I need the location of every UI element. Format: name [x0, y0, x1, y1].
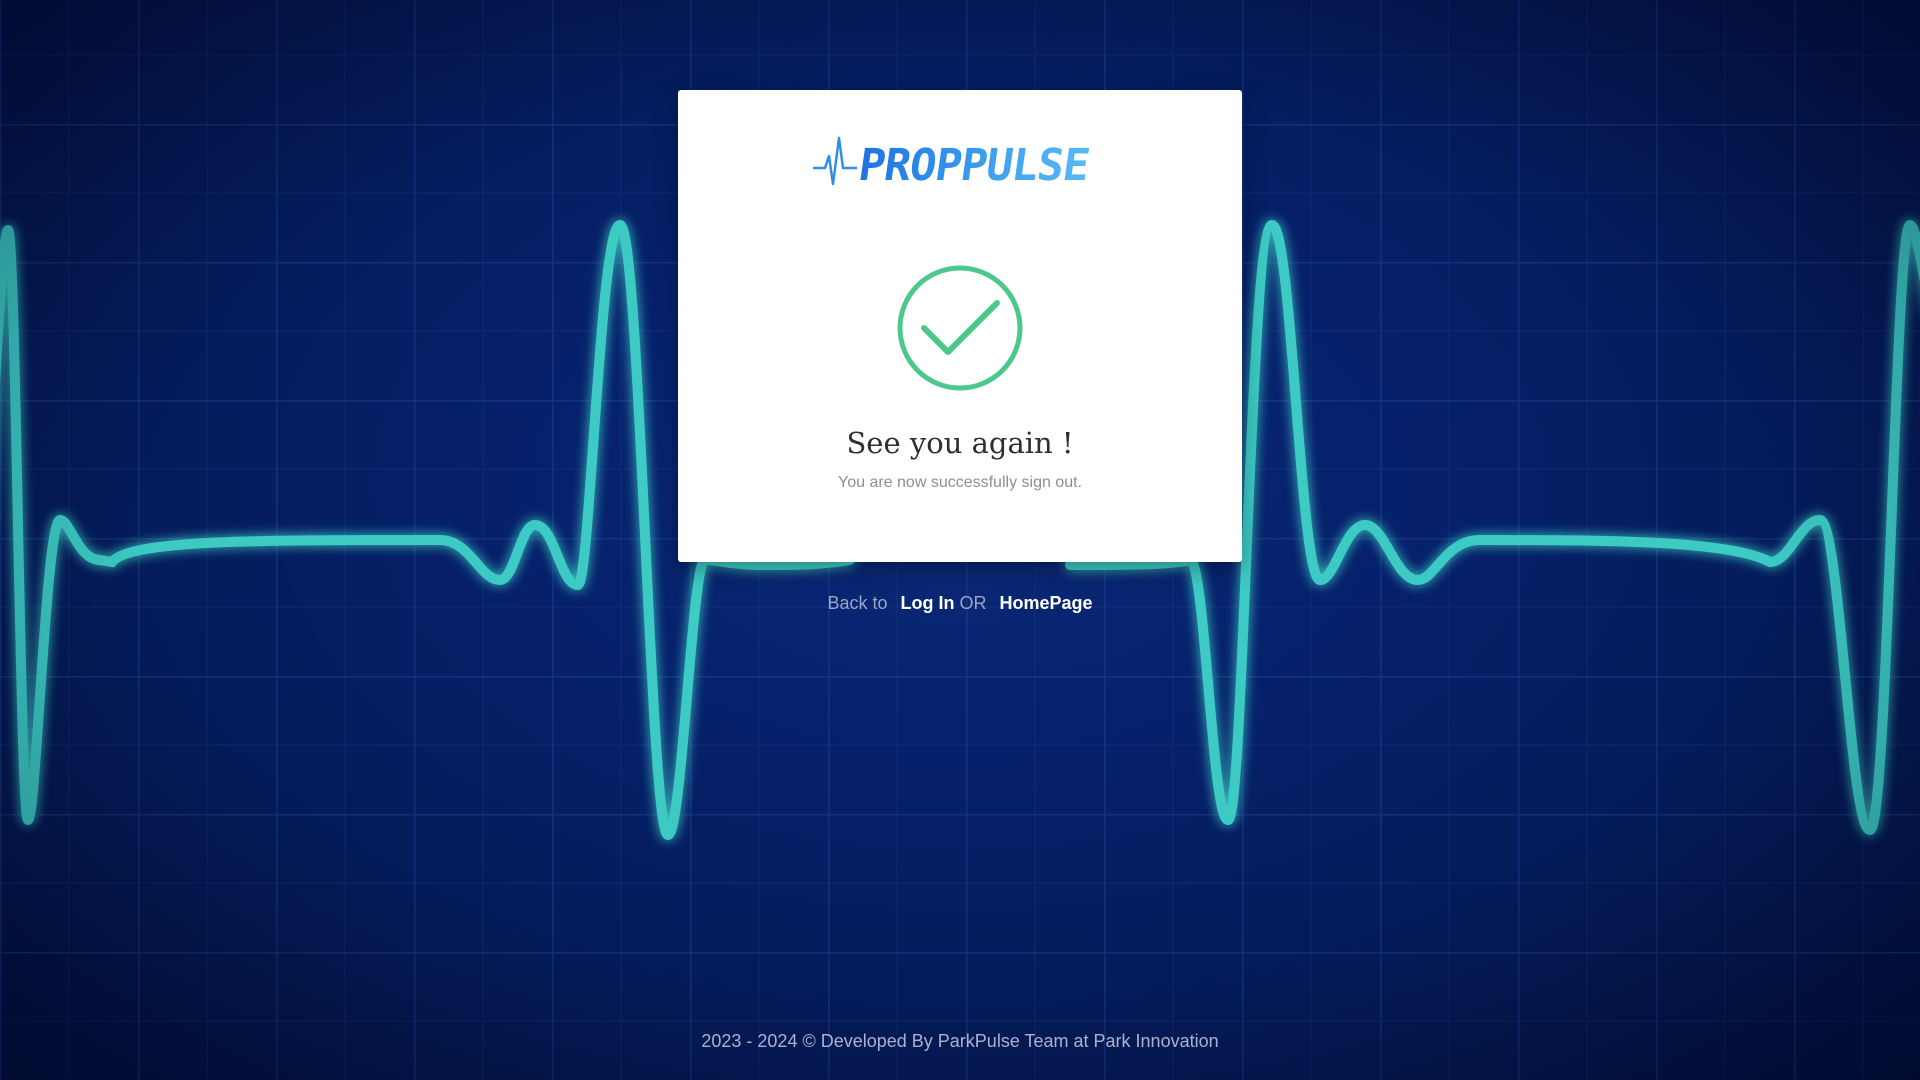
login-link[interactable]: Log In — [900, 593, 954, 613]
or-separator: OR — [959, 593, 987, 613]
footer-copyright: 2023 - 2024 © Developed By ParkPulse Tea… — [701, 1031, 1219, 1051]
back-navigation: Back to Log In OR HomePage — [0, 593, 1920, 614]
homepage-link[interactable]: HomePage — [1000, 593, 1093, 613]
check-circle-icon — [897, 265, 1023, 391]
brand-name: PROPPULSE — [855, 140, 1093, 191]
page-title: See you again ! — [846, 426, 1074, 460]
signout-card: PROPPULSE See you again ! You are now su… — [678, 90, 1242, 562]
brand-logo: PROPPULSE — [813, 134, 1107, 198]
pulse-logo-icon — [813, 136, 857, 186]
back-prefix: Back to — [827, 593, 888, 613]
signout-message: You are now successfully sign out. — [838, 474, 1082, 491]
